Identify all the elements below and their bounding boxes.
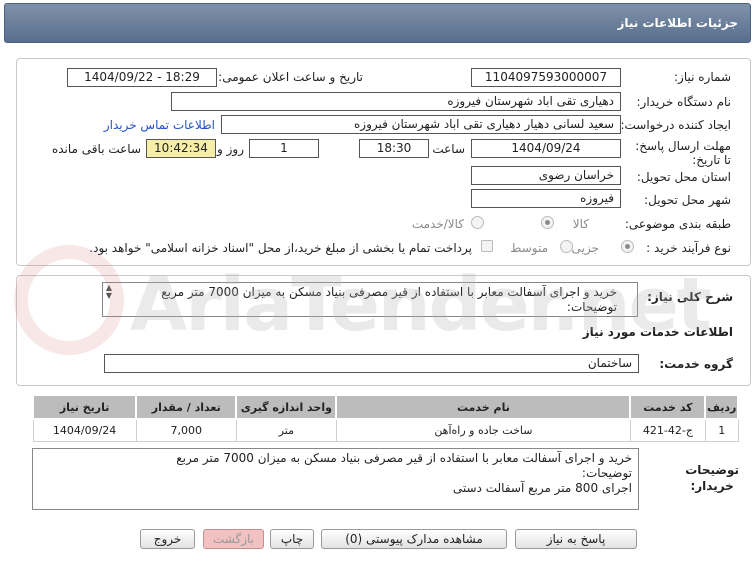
- remaining-label: ساعت باقی مانده: [51, 142, 141, 156]
- col-unit: واحد اندازه گیری: [235, 394, 338, 420]
- province-label: استان محل تحویل:: [636, 170, 731, 184]
- buyer-notes-line-1: خرید و اجرای آسفالت معابر با استفاده از …: [176, 451, 632, 465]
- cell-date: 1404/09/24: [32, 418, 137, 442]
- need-number-label: شماره نیاز:: [674, 70, 731, 84]
- process-option-medium: متوسط: [510, 241, 548, 255]
- watermark-logo-icon: [14, 245, 124, 355]
- cell-row: 1: [704, 418, 739, 442]
- cell-code: ج-42-421: [629, 418, 706, 442]
- summary-line-1: خرید و اجرای آسفالت معابر با استفاده از …: [161, 285, 617, 299]
- requester-field: سعید لسانی دهیار دهیاری تقی اباد شهرستان…: [221, 115, 621, 134]
- col-code: کد خدمت: [629, 394, 707, 420]
- city-label: شهر محل تحویل:: [644, 193, 731, 207]
- services-table: ردیف کد خدمت نام خدمت واحد اندازه گیری ت…: [31, 394, 739, 442]
- deadline-label: مهلت ارسال پاسخ: تا تاریخ:: [635, 139, 731, 167]
- col-date: تاریخ نیاز: [31, 394, 138, 420]
- treasury-payment-checkbox[interactable]: [481, 240, 493, 252]
- col-row: ردیف: [704, 394, 739, 420]
- page-title: جزئیات اطلاعات نیاز: [617, 16, 738, 30]
- buyer-notes-line-3: اجرای 800 متر مربع آسفالت دستی: [452, 481, 632, 495]
- announce-field: 1404/09/22 - 18:29: [67, 68, 217, 87]
- buyer-contact-link[interactable]: اطلاعات تماس خریدار: [104, 118, 215, 132]
- exit-button[interactable]: خروج: [140, 529, 195, 549]
- print-button[interactable]: چاپ: [270, 529, 314, 549]
- col-qty: تعداد / مقدار: [135, 394, 238, 420]
- category-label: طبقه بندی موضوعی:: [624, 217, 731, 231]
- cell-qty: 7,000: [135, 418, 237, 442]
- city-field: فیروزه: [471, 189, 621, 208]
- reply-button[interactable]: پاسخ به نیاز: [515, 529, 637, 549]
- buyer-notes-label-line-2: خریدار:: [690, 479, 734, 493]
- service-group-label: گروه خدمت:: [659, 357, 733, 371]
- services-section-title: اطلاعات خدمات مورد نیاز: [582, 325, 733, 339]
- deadline-time-label: ساعت: [432, 142, 465, 156]
- need-number-field: 1104097593000007: [471, 68, 621, 87]
- buyer-org-label: نام دستگاه خریدار:: [636, 95, 732, 109]
- category-option-goods: کالا: [572, 217, 589, 231]
- cell-name: ساخت جاده و راه‌آهن: [335, 418, 631, 442]
- summary-line-2: توضیحات:: [566, 300, 617, 314]
- table-row: 1 ج-42-421 ساخت جاده و راه‌آهن متر 7,000…: [32, 418, 739, 442]
- category-radio-goods-service[interactable]: [471, 216, 484, 229]
- category-radio-goods[interactable]: [541, 216, 554, 229]
- summary-textarea: خرید و اجرای آسفالت معابر با استفاده از …: [102, 282, 638, 317]
- view-attachments-button[interactable]: مشاهده مدارک پیوستی (0): [321, 529, 507, 549]
- page-header: جزئیات اطلاعات نیاز: [4, 3, 751, 43]
- remaining-time-field: 10:42:34: [146, 139, 216, 158]
- process-radio-medium[interactable]: [560, 240, 573, 253]
- back-button[interactable]: بازگشت: [203, 529, 264, 549]
- announce-label: تاریخ و ساعت اعلان عمومی:: [218, 70, 363, 84]
- col-name: نام خدمت: [335, 394, 632, 420]
- services-table-header: ردیف کد خدمت نام خدمت واحد اندازه گیری ت…: [31, 394, 739, 420]
- buyer-org-field: دهیاری تقی اباد شهرستان فیروزه: [171, 92, 621, 111]
- cell-unit: متر: [235, 418, 337, 442]
- buyer-notes-line-2: توضیحات:: [581, 466, 632, 480]
- process-radio-minor[interactable]: [621, 240, 634, 253]
- days-field: 1: [249, 139, 319, 158]
- buyer-notes-label: توضیحات خریدار:: [685, 462, 739, 494]
- process-option-minor: جزیی: [571, 241, 599, 255]
- buyer-notes-label-line-1: توضیحات: [685, 463, 739, 477]
- treasury-payment-note: پرداخت تمام یا بخشی از مبلغ خرید،از محل …: [89, 241, 472, 255]
- requester-label: ایجاد کننده درخواست:: [620, 118, 731, 132]
- process-label: نوع فرآیند خرید :: [646, 241, 731, 255]
- deadline-time-field: 18:30: [359, 139, 429, 158]
- summary-label: شرح کلی نیاز:: [647, 290, 733, 304]
- category-option-goods-service: کالا/خدمت: [411, 217, 464, 231]
- buyer-notes-textarea: خرید و اجرای آسفالت معابر با استفاده از …: [32, 448, 639, 510]
- deadline-date-field: 1404/09/24: [471, 139, 621, 158]
- province-field: خراسان رضوی: [471, 166, 621, 185]
- days-label: روز و: [217, 142, 244, 156]
- service-group-field: ساختمان: [104, 354, 639, 373]
